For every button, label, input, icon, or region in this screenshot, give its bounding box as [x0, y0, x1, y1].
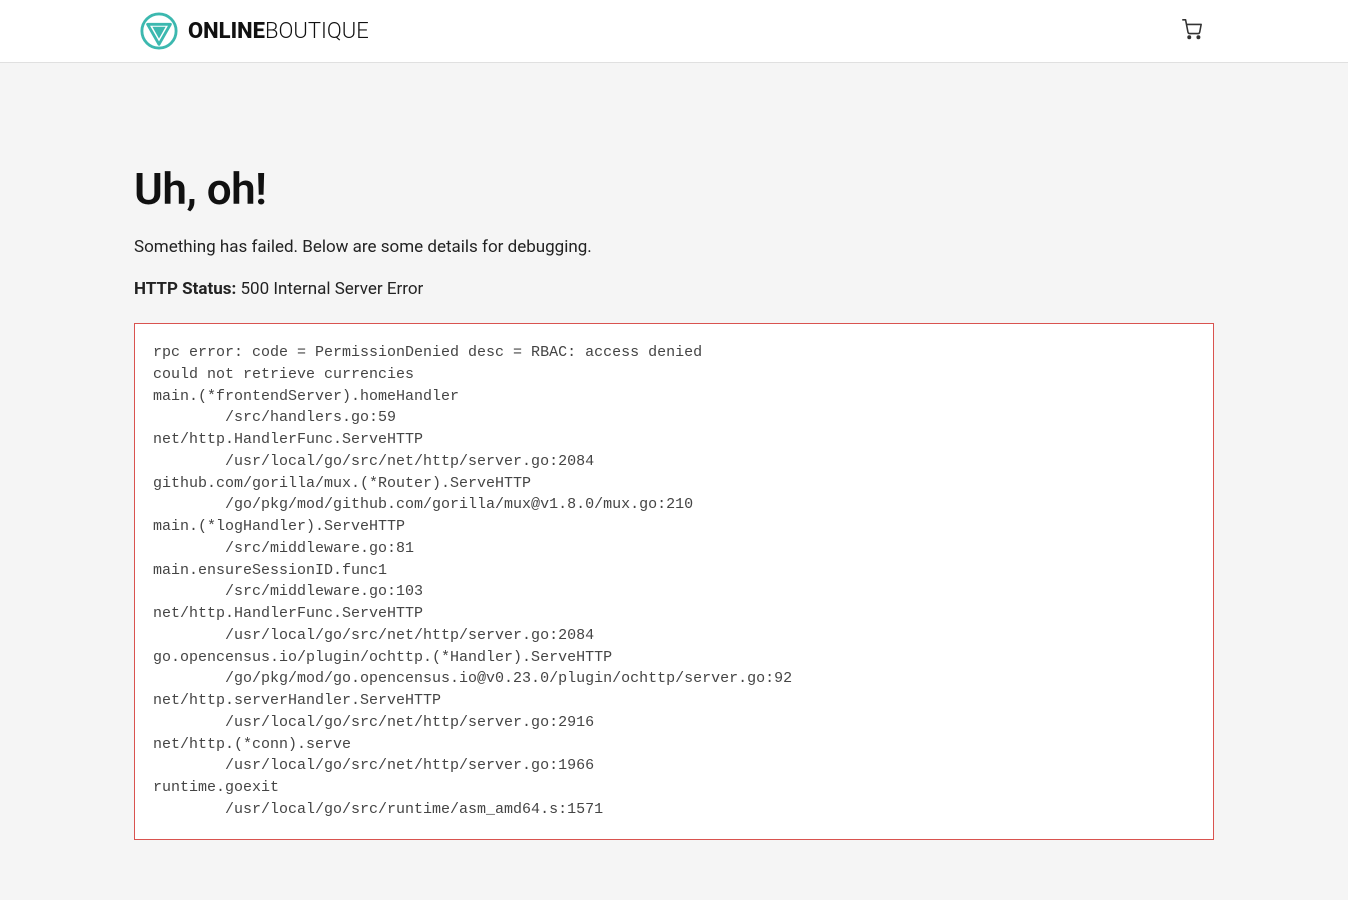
error-container: Uh, oh! Something has failed. Below are … — [134, 63, 1214, 900]
cart-icon — [1181, 18, 1203, 44]
header: ONLINEBOUTIQUE — [0, 0, 1348, 63]
http-status-label: HTTP Status: — [134, 279, 236, 299]
error-subtitle: Something has failed. Below are some det… — [134, 237, 1214, 257]
http-status-line: HTTP Status: 500 Internal Server Error — [134, 279, 1214, 299]
brand-logo-icon — [140, 12, 178, 50]
brand-text-bold: ONLINE — [188, 19, 265, 44]
cart-button[interactable] — [1176, 15, 1208, 47]
error-title: Uh, oh! — [134, 163, 1214, 215]
main-content: Uh, oh! Something has failed. Below are … — [0, 63, 1348, 900]
brand-text: ONLINEBOUTIQUE — [188, 19, 369, 44]
stack-trace: rpc error: code = PermissionDenied desc … — [134, 323, 1214, 840]
http-status-value: 500 Internal Server Error — [240, 279, 423, 299]
brand-text-light: BOUTIQUE — [265, 19, 369, 44]
brand-link[interactable]: ONLINEBOUTIQUE — [140, 12, 369, 50]
